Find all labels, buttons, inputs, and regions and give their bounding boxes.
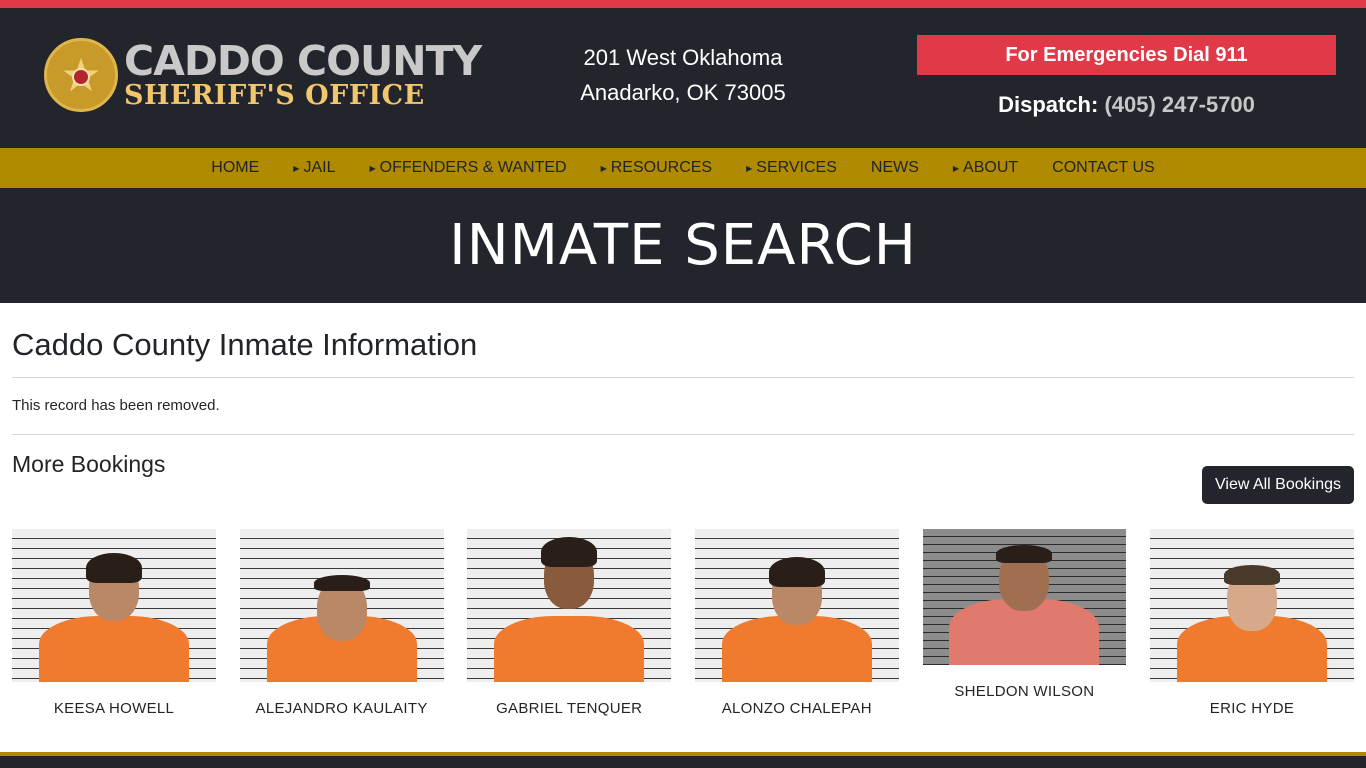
view-all-bookings-button[interactable]: View All Bookings — [1202, 466, 1354, 504]
caret-right-icon: ▶ — [746, 163, 753, 173]
nav-item-contact-us[interactable]: CONTACT US — [1052, 159, 1155, 177]
caret-right-icon: ▶ — [600, 163, 607, 173]
nav-item-jail[interactable]: ▶ JAIL — [293, 159, 335, 177]
caret-right-icon: ▶ — [952, 163, 960, 173]
booking-card[interactable]: GABRIEL TENQUER — [467, 529, 672, 717]
booking-card[interactable]: KEESA HOWELL — [12, 529, 216, 717]
nav-item-resources[interactable]: ▶ RESOURCES — [601, 159, 713, 177]
booking-name[interactable]: GABRIEL TENQUER — [467, 700, 671, 717]
site-footer — [0, 756, 1366, 768]
booking-card[interactable]: SHELDON WILSON — [922, 529, 1126, 717]
caret-right-icon: ▶ — [369, 163, 376, 173]
page-title: Caddo County Inmate Information — [12, 327, 478, 362]
nav-item-news[interactable]: NEWS — [871, 159, 919, 177]
booking-name[interactable]: KEESA HOWELL — [12, 700, 216, 717]
emergency-banner: For Emergencies Dial 911 — [917, 35, 1336, 75]
booking-name[interactable]: ALONZO CHALEPAH — [695, 700, 899, 717]
banner-title: INMATE SEARCH — [449, 213, 917, 278]
nav-item-home[interactable]: HOME — [211, 159, 259, 177]
sheriff-star-badge-icon: ★ — [44, 38, 118, 112]
office-address: 201 West Oklahoma Anadarko, OK 73005 — [560, 40, 806, 110]
bookings-list: KEESA HOWELL ALEJANDRO KAULAITY GABRIEL … — [12, 529, 1354, 717]
more-bookings-title: More Bookings — [12, 451, 166, 477]
mugshot-image[interactable] — [467, 529, 672, 682]
booking-name[interactable]: ERIC HYDE — [1150, 700, 1354, 717]
dispatch-label: Dispatch: — [998, 92, 1099, 117]
booking-name[interactable]: ALEJANDRO KAULAITY — [240, 700, 444, 717]
mugshot-image[interactable] — [239, 529, 444, 682]
main-nav: HOME ▶ JAIL ▶ OFFENDERS & WANTED ▶ RESOURCE… — [0, 148, 1366, 188]
nav-item-about[interactable]: ▶ ABOUT — [953, 159, 1018, 177]
logo-title: CADDO COUNTY — [124, 37, 482, 85]
address-line-2: Anadarko, OK 73005 — [580, 80, 786, 105]
site-logo[interactable]: ★ CADDO COUNTY SHERIFF'S OFFICE — [44, 37, 482, 112]
address-line-1: 201 West Oklahoma — [583, 45, 783, 70]
booking-card[interactable]: ALONZO CHALEPAH — [694, 529, 899, 717]
booking-name[interactable]: SHELDON WILSON — [922, 683, 1126, 700]
main-content: Caddo County Inmate Information This rec… — [0, 327, 1366, 717]
more-bookings-header: More Bookings View All Bookings — [12, 451, 1354, 504]
dispatch-info: Dispatch: (405) 247-5700 — [917, 85, 1336, 125]
mugshot-image[interactable] — [12, 529, 216, 682]
mugshot-image[interactable] — [922, 529, 1126, 665]
caret-right-icon: ▶ — [293, 163, 300, 173]
nav-item-offenders-wanted[interactable]: ▶ OFFENDERS & WANTED — [369, 159, 566, 177]
site-header: ★ CADDO COUNTY SHERIFF'S OFFICE 201 West… — [0, 8, 1366, 148]
mugshot-image[interactable] — [1149, 529, 1354, 682]
dispatch-phone-link[interactable]: (405) 247-5700 — [1104, 92, 1254, 117]
divider — [12, 434, 1354, 435]
top-accent-bar — [0, 0, 1366, 8]
booking-card[interactable]: ERIC HYDE — [1149, 529, 1354, 717]
page-banner: INMATE SEARCH — [0, 188, 1366, 303]
booking-card[interactable]: ALEJANDRO KAULAITY — [239, 529, 444, 717]
nav-item-services[interactable]: ▶ SERVICES — [746, 159, 837, 177]
logo-subtitle: SHERIFF'S OFFICE — [124, 80, 425, 111]
mugshot-image[interactable] — [694, 529, 899, 682]
removed-notice: This record has been removed. — [12, 397, 220, 414]
